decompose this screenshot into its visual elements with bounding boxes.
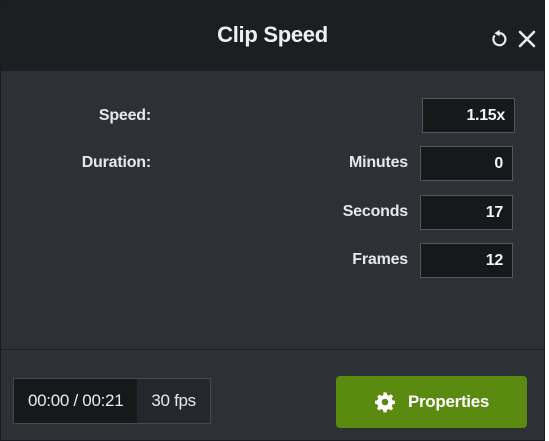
dialog-title: Clip Speed — [217, 22, 328, 47]
title-bar: Clip Speed — [1, 1, 544, 71]
time-display: 00:00 / 00:21 30 fps — [13, 378, 211, 424]
duration-label: Duration: — [81, 154, 152, 171]
frames-input[interactable]: 12 — [420, 243, 513, 278]
close-button[interactable] — [516, 28, 538, 50]
footer-divider — [1, 349, 544, 350]
minutes-label: Minutes — [348, 154, 408, 171]
reset-icon — [492, 29, 507, 47]
speed-label: Speed: — [98, 107, 151, 124]
minutes-input[interactable]: 0 — [420, 146, 513, 181]
properties-button[interactable]: Properties — [336, 376, 527, 428]
properties-label: Properties — [407, 392, 490, 411]
seconds-input[interactable]: 17 — [420, 195, 513, 230]
time-readout: 00:00 / 00:21 — [28, 391, 124, 410]
gear-icon — [374, 392, 395, 413]
speed-input[interactable]: 1.15x — [422, 98, 515, 133]
frames-label: Frames — [352, 251, 408, 268]
close-icon — [518, 30, 536, 48]
fps-readout: 30 fps — [137, 379, 210, 423]
clip-speed-panel: Clip Speed Speed: 1.15x Duration: Minute… — [0, 0, 545, 441]
seconds-label: Seconds — [342, 203, 408, 220]
reset-button[interactable] — [489, 29, 509, 49]
